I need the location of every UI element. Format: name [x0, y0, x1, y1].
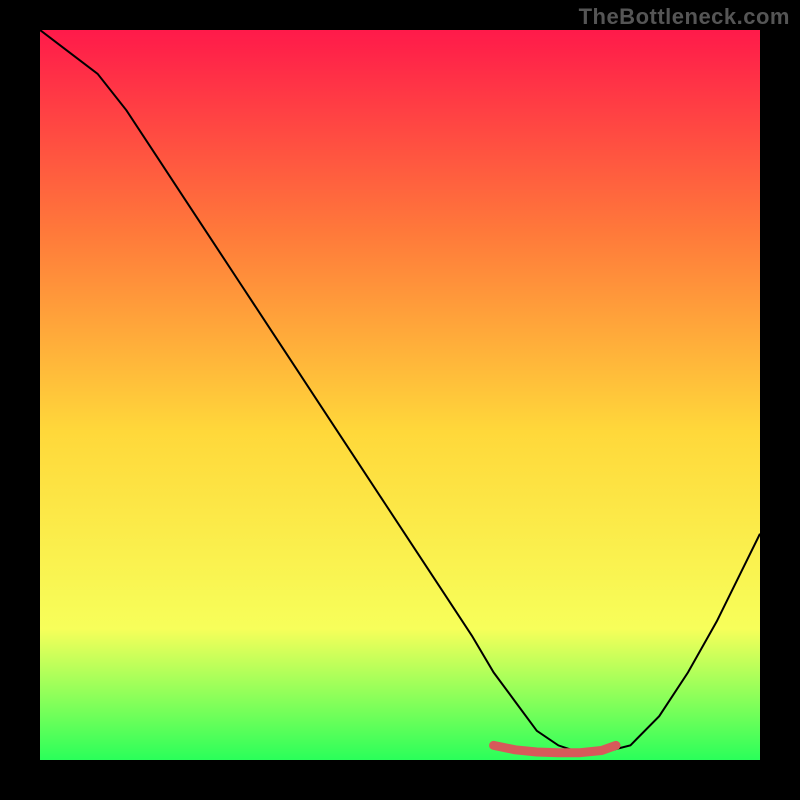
chart-frame: TheBottleneck.com — [0, 0, 800, 800]
gradient-background — [40, 30, 760, 760]
bottleneck-plot — [40, 30, 760, 760]
watermark-text: TheBottleneck.com — [579, 4, 790, 30]
plot-svg — [40, 30, 760, 760]
